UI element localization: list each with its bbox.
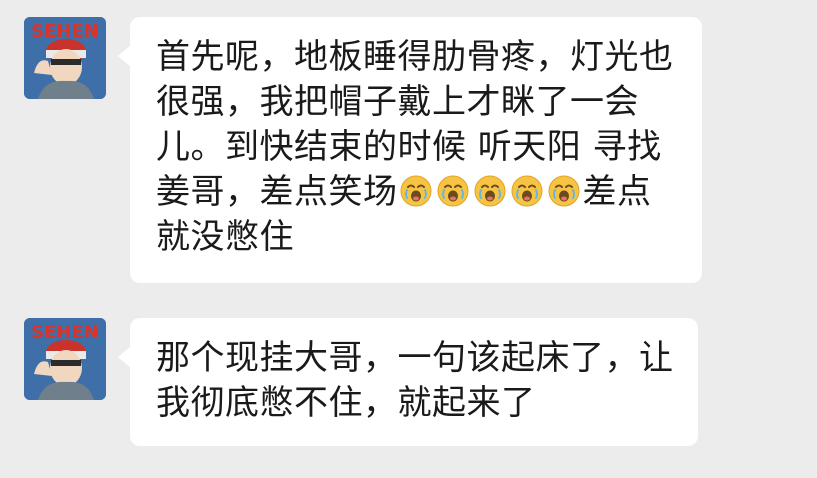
message-text-line: 就没憋住 xyxy=(156,217,294,257)
crying-laughing-face-icon xyxy=(474,175,505,207)
message-text-line: 我彻底憋不住，就起来了 xyxy=(156,383,536,423)
message-bubble[interactable]: 那个现挂大哥，一句该起床了，让 我彻底憋不住，就起来了 xyxy=(118,318,698,446)
crying-laughing-face-icon xyxy=(437,175,468,207)
sender-avatar[interactable]: SEHEN xyxy=(24,318,106,400)
avatar-image: SEHEN xyxy=(24,17,106,99)
avatar-image: SEHEN xyxy=(24,318,106,400)
svg-text:SEHEN: SEHEN xyxy=(31,322,99,343)
sender-avatar[interactable]: SEHEN xyxy=(24,17,106,99)
crying-laughing-face-icon xyxy=(548,175,579,207)
crying-laughing-face-icon xyxy=(511,175,542,207)
chat-window: SEHEN 首先呢，地板睡得肋骨疼，灯光也 很强，我把帽子戴上才眯了一会 儿。到… xyxy=(0,0,817,478)
svg-text:SEHEN: SEHEN xyxy=(31,21,99,42)
message-bubble[interactable]: 首先呢，地板睡得肋骨疼，灯光也 很强，我把帽子戴上才眯了一会 儿。到快结束的时候… xyxy=(118,17,702,283)
message-text-line: 首先呢，地板睡得肋骨疼，灯光也 xyxy=(156,37,674,77)
message-text-line: 很强，我把帽子戴上才眯了一会 xyxy=(156,82,639,122)
emoji-row xyxy=(398,172,583,212)
message-text-line: 儿。到快结束的时候 听天阳 寻找 xyxy=(156,127,662,167)
message-text-line: 姜哥，差点笑场 差点 xyxy=(156,170,676,215)
crying-laughing-face-icon xyxy=(400,175,431,207)
message-text-segment: 差点 xyxy=(582,172,652,212)
message-text-line: 那个现挂大哥，一句该起床了，让 xyxy=(156,338,674,378)
message-text-segment: 姜哥，差点笑场 xyxy=(156,172,398,212)
